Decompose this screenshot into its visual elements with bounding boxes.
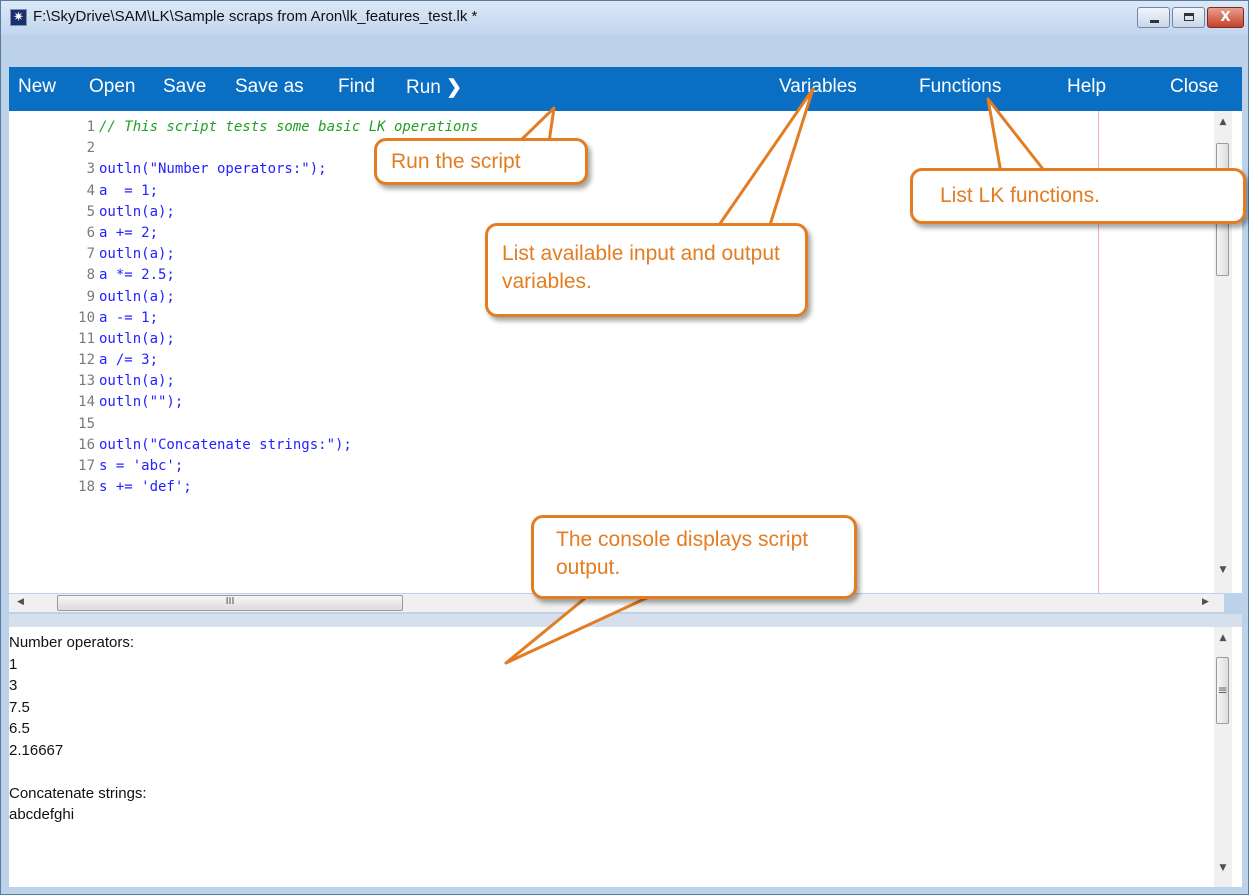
functions-callout: List LK functions. xyxy=(910,168,1246,224)
variables-callout: List available input and output variable… xyxy=(485,223,808,317)
run-callout-tail xyxy=(517,106,556,144)
variables-callout-tail xyxy=(715,87,815,230)
callout-tails xyxy=(504,87,1048,665)
console-callout: The console displays script output. xyxy=(531,515,857,599)
app-window: ✷ F:\SkyDrive\SAM\LK\Sample scraps from … xyxy=(0,0,1249,895)
console-callout-tail xyxy=(504,593,655,665)
run-callout: Run the script xyxy=(374,138,588,185)
functions-callout-tail xyxy=(986,97,1048,175)
